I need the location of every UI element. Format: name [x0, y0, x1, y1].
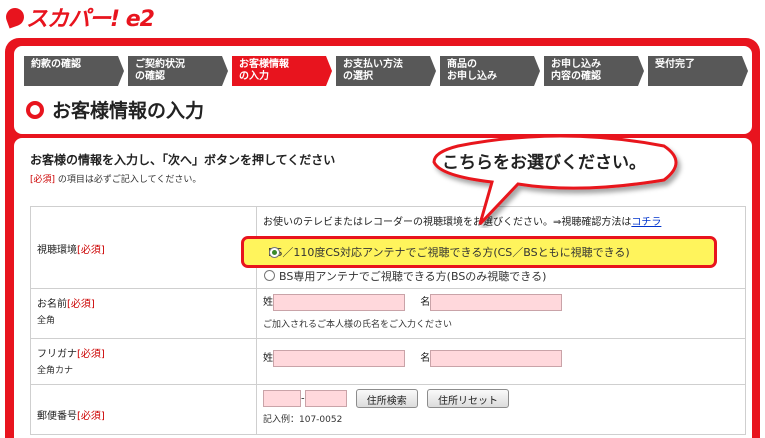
kana-required: [必須] [77, 349, 105, 360]
name-required: [必須] [67, 299, 95, 310]
instruction-text: お客様の情報を入力し、「次へ」ボタンを押してください [30, 153, 336, 167]
page-title-text: お客様情報の入力 [52, 100, 205, 122]
name-value: 姓 名 ご加入されるご本人様の氏名をご入力ください [256, 288, 746, 339]
postal-first-input[interactable] [263, 390, 301, 407]
kana-label: フリガナ [37, 349, 77, 360]
row-name: お名前[必須] 全角 姓 名 ご加入されるご本人様の氏名をご入力ください [30, 288, 746, 339]
step-terms: 約款の確認 [24, 56, 124, 86]
required-mark: [必須] [30, 175, 56, 185]
callout-text: こちらをお選びください。 [442, 153, 646, 173]
name-label: お名前 [37, 299, 67, 310]
kana-mei-label: 名 [420, 353, 431, 364]
name-mei-input[interactable] [430, 293, 563, 311]
kana-sub: 全角カナ [37, 366, 74, 376]
logo-text: スカパー! e2 [26, 7, 155, 32]
address-search-button[interactable]: 住所検索 [355, 389, 418, 408]
postal-value: - 住所検索 住所リセット 記入例：107-0052 [256, 384, 746, 435]
label-postal: 郵便番号[必須] [30, 384, 257, 435]
viewing-required: [必須] [77, 245, 105, 256]
kana-value: 姓 名 [256, 338, 746, 385]
viewing-label: 視聴環境 [37, 245, 77, 256]
viewing-option-1-highlight[interactable]: BS／110度CS対応アンテナでご視聴できる方(CS／BSともに視聴できる) [241, 236, 717, 268]
postal-second-input[interactable] [304, 390, 347, 407]
postal-label: 郵便番号 [37, 411, 77, 422]
name-hint: ご加入されるご本人様の氏名をご入力ください [263, 319, 453, 330]
label-viewing: 視聴環境[必須] [30, 206, 257, 289]
viewing-option-2[interactable]: BS専用アンテナでご視聴できる方(BSのみ視聴できる) [264, 268, 547, 284]
callout-bubble: こちらをお選びください。 [420, 128, 700, 228]
page-title: お客様情報の入力 [26, 96, 204, 123]
postal-required: [必須] [77, 411, 105, 422]
skyperfect-logo: スカパー! e2 [3, 4, 155, 32]
label-name: お名前[必須] 全角 [30, 288, 257, 339]
logo-mark-icon [3, 5, 27, 29]
callout-bubble-shape [432, 134, 678, 226]
name-sei-label: 姓 [263, 297, 273, 308]
viewing-option-1-radio[interactable] [269, 247, 280, 258]
step-complete: 受付完了 [648, 56, 748, 86]
circle-icon [26, 100, 44, 119]
name-sei-input[interactable] [273, 293, 405, 311]
viewing-option-2-radio[interactable] [264, 270, 275, 281]
required-note-text: の項目は必ずご記入してください。 [57, 175, 202, 185]
viewing-option-1-label: BS／110度CS対応アンテナでご視聴できる方(CS／BSともに視聴できる) [268, 246, 630, 259]
step-product: 商品の お申し込み [440, 56, 540, 86]
label-kana: フリガナ[必須] 全角カナ [30, 338, 257, 385]
kana-sei-label: 姓 [263, 353, 273, 364]
kana-mei-input[interactable] [430, 349, 563, 367]
step-contract-status: ご契約状況 の確認 [128, 56, 228, 86]
step-payment: お支払い方法 の選択 [336, 56, 436, 86]
step-customer-info: お客様情報 の入力 [232, 56, 332, 86]
name-mei-label: 名 [420, 297, 431, 308]
postal-example: 記入例：107-0052 [263, 415, 343, 425]
row-kana: フリガナ[必須] 全角カナ 姓 名 [30, 338, 746, 385]
kana-sei-input[interactable] [273, 349, 405, 367]
required-note: [必須] の項目は必ずご記入してください。 [30, 172, 201, 185]
row-postal: 郵便番号[必須] - 住所検索 住所リセット 記入例：107-0052 [30, 384, 746, 435]
viewing-option-2-label: BS専用アンテナでご視聴できる方(BSのみ視聴できる) [279, 270, 547, 283]
step-progress-bar: 約款の確認 ご契約状況 の確認 お客様情報 の入力 お支払い方法 の選択 商品の お申し… [24, 56, 748, 86]
address-reset-button[interactable]: 住所リセット [426, 389, 509, 408]
name-sub: 全角 [37, 316, 56, 326]
step-confirm: お申し込み 内容の確認 [544, 56, 644, 86]
